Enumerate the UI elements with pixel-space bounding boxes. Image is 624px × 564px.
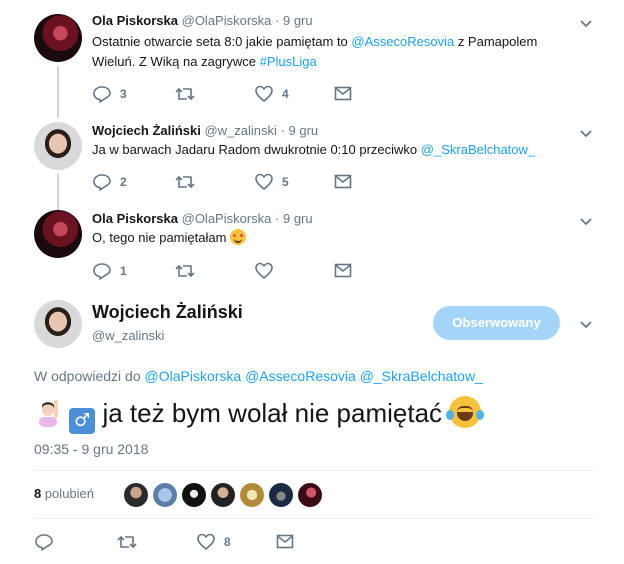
like-icon <box>255 262 273 279</box>
chevron-down-icon[interactable] <box>578 15 594 31</box>
chevron-down-icon[interactable] <box>578 316 594 332</box>
tears-of-joy-emoji-icon <box>446 396 485 428</box>
author-name[interactable]: Wojciech Żaliński <box>92 123 201 138</box>
liker-avatar[interactable] <box>153 483 177 507</box>
message-icon <box>334 174 352 189</box>
liker-avatar[interactable] <box>182 483 206 507</box>
tweet[interactable]: Wojciech Żaliński @w_zalinski · 9 gru Ja… <box>0 110 624 200</box>
message-icon <box>334 263 352 278</box>
author-name[interactable]: Ola Piskorska <box>92 211 178 226</box>
tweet-date[interactable]: · 9 gru <box>275 211 313 226</box>
smiling-face-emoji-icon <box>230 229 247 245</box>
male-sign-emoji-icon: ♂ <box>69 408 96 434</box>
avatar[interactable] <box>34 14 82 62</box>
mention-link[interactable]: @AssecoResovia <box>351 34 454 49</box>
author-handle[interactable]: @w_zalinski <box>204 123 276 138</box>
liker-avatar[interactable] <box>269 483 293 507</box>
retweet-icon <box>175 88 195 100</box>
tweet-date[interactable]: · 9 gru <box>275 13 313 28</box>
tweet-text: Ostatnie otwarcie seta 8:0 jakie pamięta… <box>92 34 538 69</box>
liker-avatar[interactable] <box>298 483 322 507</box>
hashtag-link[interactable]: #PlusLiga <box>260 54 317 69</box>
tweet[interactable]: Ola Piskorska @OlaPiskorska · 9 gru O, t… <box>0 200 624 290</box>
tweet-date[interactable]: · 9 gru <box>281 123 319 138</box>
likes-summary[interactable]: 8 polubień <box>34 486 94 501</box>
reply-icon <box>93 86 111 103</box>
author-handle[interactable]: @OlaPiskorska <box>182 13 272 28</box>
avatar[interactable] <box>34 122 82 170</box>
message-icon <box>276 534 294 549</box>
author-name[interactable]: Wojciech Żaliński <box>92 302 243 323</box>
retweet-icon <box>175 265 195 277</box>
chevron-down-icon[interactable] <box>578 213 594 229</box>
reply-icon <box>35 534 53 551</box>
liker-avatar[interactable] <box>240 483 264 507</box>
avatar[interactable] <box>34 300 82 348</box>
tweet-timestamp[interactable]: 09:35 - 9 gru 2018 <box>34 441 148 457</box>
mention-link[interactable]: @AssecoResovia <box>245 368 356 384</box>
retweet-icon <box>117 536 137 548</box>
like-icon <box>255 173 273 190</box>
author-handle[interactable]: @w_zalinski <box>92 328 164 343</box>
liker-avatar[interactable] <box>211 483 235 507</box>
mention-link[interactable]: @OlaPiskorska <box>145 368 242 384</box>
divider <box>34 518 594 519</box>
reply-to-line: W odpowiedzi do @OlaPiskorska @AssecoRes… <box>34 368 483 384</box>
avatar[interactable] <box>34 210 82 258</box>
tweet[interactable]: Ola Piskorska @OlaPiskorska · 9 gru Osta… <box>0 0 624 110</box>
tweet-text: O, tego nie pamiętałam <box>92 228 562 248</box>
liker-avatar[interactable] <box>124 483 148 507</box>
retweet-icon <box>175 176 195 188</box>
author-name[interactable]: Ola Piskorska <box>92 13 178 28</box>
message-icon <box>334 86 352 101</box>
like-icon <box>255 85 273 102</box>
person-raising-hand-emoji-icon <box>34 397 62 427</box>
tweet-text: Ja w barwach Jadaru Radom dwukrotnie 0:1… <box>92 142 536 157</box>
like-icon <box>197 533 215 550</box>
author-handle[interactable]: @OlaPiskorska <box>182 211 272 226</box>
follow-button[interactable]: Obserwowany <box>433 306 560 340</box>
tweet-text: ♂ ja też bym wolał nie pamiętać <box>34 395 485 434</box>
chevron-down-icon[interactable] <box>578 125 594 141</box>
mention-link[interactable]: @_SkraBelchatow_ <box>360 368 483 384</box>
divider <box>34 470 594 471</box>
reply-icon <box>93 263 111 280</box>
mention-link[interactable]: @_SkraBelchatow_ <box>421 142 535 157</box>
reply-icon <box>93 174 111 191</box>
